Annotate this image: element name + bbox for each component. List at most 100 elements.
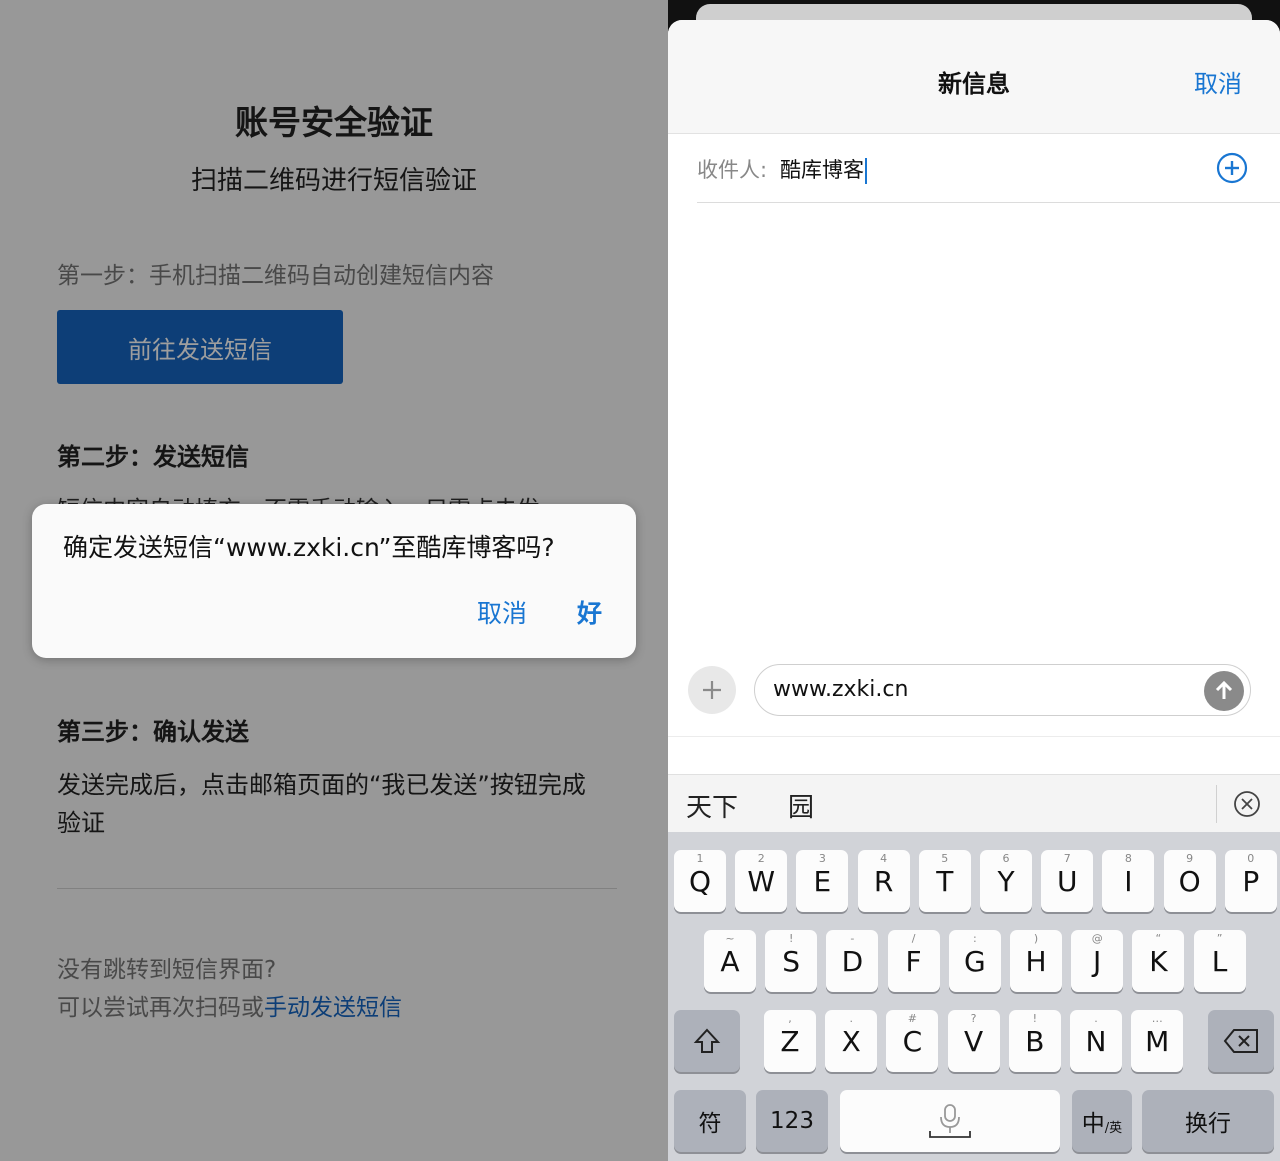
key-hint: @	[1091, 932, 1103, 945]
key-label: K	[1149, 944, 1168, 978]
key-label: L	[1211, 944, 1228, 978]
page-title: 账号安全验证	[235, 103, 433, 142]
key-hint: #	[907, 1012, 917, 1025]
key-label: S	[782, 944, 801, 978]
key-e[interactable]: 3E	[796, 850, 849, 912]
microphone-icon	[929, 1104, 971, 1138]
key-hint: “	[1155, 932, 1162, 945]
key-hint: 9	[1186, 852, 1194, 865]
key-label: U	[1056, 864, 1078, 898]
key-hint: ~	[725, 932, 735, 945]
candidate-bar: 天下 园	[668, 774, 1280, 832]
dialog-cancel-button[interactable]: 取消	[477, 594, 527, 630]
key-label: H	[1025, 944, 1047, 978]
keyboard: 1Q2W3E4R5T6Y7U8I9O0P ~ A! S - D / F: G) H @ J “K” L …	[668, 832, 1280, 1161]
key-k[interactable]: “K	[1132, 930, 1185, 992]
attach-button[interactable]	[688, 666, 736, 714]
arrow-up-icon	[1215, 680, 1233, 699]
key-d[interactable]: -D	[826, 930, 879, 992]
key-hint: /	[911, 932, 916, 945]
candidate-word[interactable]: 天下	[686, 787, 738, 824]
candidate-separator	[1216, 785, 1217, 823]
key-q[interactable]: 1Q	[674, 850, 726, 912]
key-m[interactable]: … M	[1131, 1010, 1184, 1072]
plus-icon	[703, 681, 721, 699]
key-hint: .	[849, 1012, 853, 1025]
number-key[interactable]: 123	[756, 1090, 828, 1152]
language-key-main: 中	[1081, 1111, 1105, 1137]
key-r[interactable]: 4R	[857, 850, 910, 912]
key-hint: :	[972, 932, 977, 945]
key-n[interactable]: .N	[1070, 1010, 1122, 1072]
key-f[interactable]: / F	[887, 930, 940, 992]
text-cursor	[865, 158, 867, 184]
key-hint: ?	[970, 1012, 977, 1025]
key-label: F	[905, 944, 922, 978]
sheet-title: 新信息	[938, 70, 1010, 98]
key-label: P	[1242, 864, 1260, 898]
key-hint: 7	[1063, 852, 1071, 865]
key-label: O	[1178, 864, 1201, 898]
go-send-sms-button[interactable]: 前往发送短信	[57, 310, 343, 384]
key-hint: .	[1094, 1012, 1098, 1025]
key-l[interactable]: ” L	[1193, 930, 1246, 992]
key-x[interactable]: .X	[825, 1010, 878, 1072]
delete-key[interactable]	[1208, 1010, 1274, 1072]
key-j[interactable]: @ J	[1071, 930, 1124, 992]
key-label: R	[873, 864, 894, 898]
key-a[interactable]: ~ A	[704, 930, 756, 992]
step2-label: 第二步：发送短信	[57, 443, 249, 471]
key-b[interactable]: ! B	[1008, 1010, 1061, 1072]
compose-divider	[668, 736, 1280, 737]
divider	[57, 888, 617, 889]
key-hint: 2	[757, 852, 765, 865]
shift-icon	[693, 1028, 721, 1053]
backspace-icon	[1223, 1029, 1258, 1053]
key-label: G	[963, 944, 986, 978]
shift-key[interactable]	[674, 1010, 740, 1072]
language-switch-key[interactable]: 中/英	[1072, 1090, 1132, 1152]
page-subtitle: 扫描二维码进行短信验证	[190, 166, 477, 196]
key-w[interactable]: 2W	[735, 850, 788, 912]
key-label: B	[1025, 1024, 1045, 1058]
key-v[interactable]: ? V	[947, 1010, 1000, 1072]
key-label: A	[720, 944, 740, 978]
confirm-send-dialog: 确定发送短信“www.zxki.cn”至酷库博客吗? 取消 好	[32, 504, 636, 658]
key-s[interactable]: ! S	[765, 930, 818, 992]
key-i[interactable]: 8I	[1102, 850, 1155, 912]
return-key[interactable]: 换行	[1142, 1090, 1274, 1152]
message-text: www.zxki.cn	[773, 677, 909, 702]
candidate-word[interactable]: 园	[788, 787, 814, 824]
key-p[interactable]: 0P	[1224, 850, 1277, 912]
key-g[interactable]: :G	[948, 930, 1001, 992]
key-hint: 5	[941, 852, 949, 865]
key-z[interactable]: ,Z	[764, 1010, 816, 1072]
key-label: N	[1085, 1024, 1107, 1058]
key-y[interactable]: 6Y	[980, 850, 1032, 912]
key-label: E	[813, 864, 832, 898]
clear-candidates-icon[interactable]	[1233, 790, 1261, 818]
space-key[interactable]	[840, 1090, 1060, 1152]
add-contact-icon[interactable]	[1216, 152, 1248, 184]
key-hint: ”	[1216, 932, 1223, 945]
key-hint: …	[1151, 1012, 1163, 1025]
key-u[interactable]: 7U	[1041, 850, 1094, 912]
send-button[interactable]	[1204, 671, 1244, 711]
key-hint: )	[1033, 932, 1039, 945]
dialog-ok-button[interactable]: 好	[577, 594, 602, 630]
cancel-button[interactable]: 取消	[1194, 64, 1242, 99]
key-h[interactable]: ) H	[1010, 930, 1062, 992]
key-c[interactable]: # C	[886, 1010, 939, 1072]
key-hint: 8	[1124, 852, 1132, 865]
recipient-field[interactable]: 酷库博客	[780, 154, 867, 184]
language-key-sub: /英	[1104, 1120, 1123, 1136]
symbol-key[interactable]: 符	[674, 1090, 746, 1152]
message-sheet: 新信息 取消 收件人: 酷库博客 www.zxki.cn 天下 园 1 Q 2 …	[668, 20, 1280, 1161]
recipient-value: 酷库博客	[780, 158, 864, 182]
message-input[interactable]: www.zxki.cn	[754, 664, 1251, 716]
key-o[interactable]: 9O	[1163, 850, 1216, 912]
key-label: I	[1124, 864, 1133, 898]
manual-send-sms-link[interactable]: 手动发送短信	[264, 995, 402, 1021]
key-t[interactable]: 5T	[918, 850, 971, 912]
key-label: V	[964, 1024, 984, 1058]
